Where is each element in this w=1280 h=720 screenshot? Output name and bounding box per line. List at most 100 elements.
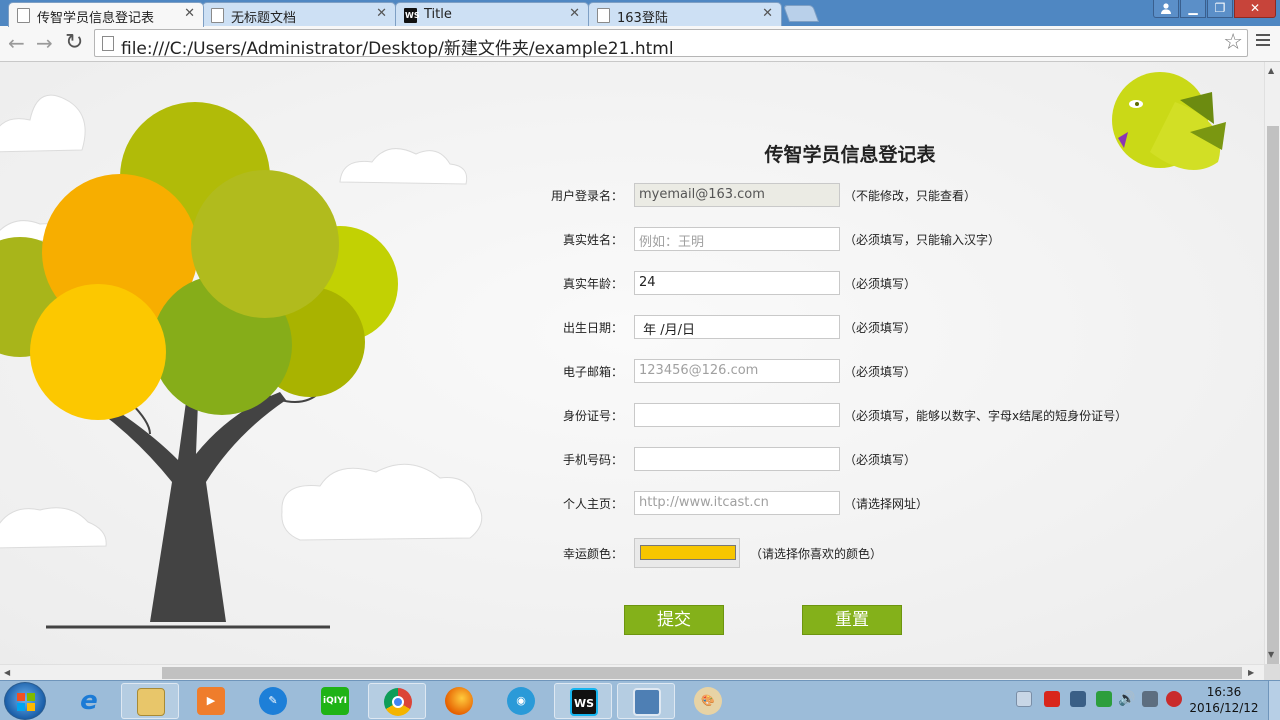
page-icon bbox=[597, 8, 610, 23]
show-desktop-button[interactable] bbox=[1268, 681, 1280, 720]
media-player-icon: ▶ bbox=[197, 687, 225, 715]
chrome-icon bbox=[384, 688, 412, 716]
phone-field[interactable] bbox=[634, 447, 840, 471]
realname-field[interactable]: 例如：王明 bbox=[634, 227, 840, 251]
close-icon[interactable]: ✕ bbox=[184, 6, 195, 21]
taskbar-paint[interactable]: 🎨 bbox=[679, 683, 737, 719]
email-field[interactable]: 123456@126.com bbox=[634, 359, 840, 383]
windows-logo-icon bbox=[17, 693, 35, 711]
back-icon[interactable]: ← bbox=[8, 32, 25, 54]
page-icon bbox=[211, 8, 224, 23]
taskbar-screenshot[interactable] bbox=[617, 683, 675, 719]
tab-label: 传智学员信息登记表 bbox=[37, 11, 155, 26]
birthdate-field[interactable]: 年 /月/日 bbox=[634, 315, 840, 339]
homepage-field[interactable]: http://www.itcast.cn bbox=[634, 491, 840, 515]
idcard-label: 身份证号： bbox=[562, 409, 623, 423]
age-field[interactable]: 24 bbox=[634, 271, 840, 295]
color-note: （请选择你喜欢的颜色） bbox=[750, 547, 883, 561]
browser-toolbar: ← → ↻ file:///C:/Users/Administrator/Des… bbox=[0, 26, 1280, 62]
security-app-icon[interactable] bbox=[1044, 691, 1060, 707]
realname-note: （必须填写，只能输入汉字） bbox=[844, 233, 1001, 247]
url-text: file:///C:/Users/Administrator/Desktop/新… bbox=[121, 39, 674, 59]
page-icon bbox=[102, 36, 114, 51]
email-label: 电子邮箱： bbox=[562, 365, 623, 379]
restore-button[interactable]: ❐ bbox=[1207, 0, 1233, 18]
birthdate-note: （必须填写） bbox=[844, 321, 917, 335]
taskbar-webstorm[interactable]: WS bbox=[554, 683, 612, 719]
tab-label: 无标题文档 bbox=[231, 11, 297, 26]
notification-icon[interactable] bbox=[1166, 691, 1182, 707]
field-row-realname: 真实姓名： 例如：王明 （必须填写，只能输入汉字） bbox=[520, 227, 1260, 251]
scroll-right-icon[interactable]: ▶ bbox=[1248, 668, 1254, 677]
horizontal-scroll-thumb[interactable] bbox=[162, 667, 1242, 679]
submit-button[interactable]: 提交 bbox=[624, 605, 724, 635]
user-icon[interactable] bbox=[1153, 0, 1179, 18]
field-row-age: 真实年龄： 24 （必须填写） bbox=[520, 271, 1260, 295]
realname-label: 真实姓名： bbox=[562, 233, 623, 247]
tab-label: Title bbox=[424, 7, 452, 22]
homepage-label: 个人主页： bbox=[562, 497, 623, 511]
phone-label: 手机号码： bbox=[562, 453, 623, 467]
system-clock[interactable]: 16:36 2016/12/12 bbox=[1184, 684, 1264, 716]
browser-tab-strip: 传智学员信息登记表 ✕ 无标题文档 ✕ WS Title ✕ 163登陆 ✕ ▁… bbox=[0, 0, 1280, 27]
field-row-username: 用户登录名： myemail@163.com （不能修改，只能查看） bbox=[520, 183, 1260, 207]
menu-icon[interactable] bbox=[1256, 34, 1270, 48]
idcard-field[interactable] bbox=[634, 403, 840, 427]
taskbar-ie[interactable]: e bbox=[60, 683, 118, 719]
field-row-color: 幸运颜色： （请选择你喜欢的颜色） bbox=[520, 538, 1260, 568]
scroll-left-icon[interactable]: ◀ bbox=[4, 668, 10, 677]
field-row-homepage: 个人主页： http://www.itcast.cn （请选择网址） bbox=[520, 491, 1260, 515]
taskbar-iqiyi[interactable]: iQIYI bbox=[306, 683, 364, 719]
tab-3[interactable]: WS Title ✕ bbox=[395, 2, 589, 26]
network-icon[interactable] bbox=[1142, 691, 1158, 707]
window-close-button[interactable]: ✕ bbox=[1234, 0, 1276, 18]
birthdate-label: 出生日期： bbox=[562, 321, 623, 335]
page-icon bbox=[17, 8, 30, 23]
color-swatch bbox=[640, 545, 736, 560]
taskbar-qq-player[interactable]: ◉ bbox=[492, 683, 550, 719]
tab-4[interactable]: 163登陆 ✕ bbox=[588, 2, 782, 26]
taskbar-explorer[interactable] bbox=[121, 683, 179, 719]
taskbar-firefox[interactable] bbox=[430, 683, 488, 719]
webstorm-icon: WS bbox=[404, 8, 420, 23]
keyboard-icon[interactable] bbox=[1016, 691, 1032, 707]
close-icon[interactable]: ✕ bbox=[376, 6, 387, 21]
taskbar-app-blue[interactable]: ✎ bbox=[244, 683, 302, 719]
scroll-up-icon[interactable]: ▲ bbox=[1268, 66, 1274, 75]
player-icon: ◉ bbox=[507, 687, 535, 715]
tab-2[interactable]: 无标题文档 ✕ bbox=[202, 2, 396, 26]
color-picker[interactable] bbox=[634, 538, 740, 568]
volume-icon[interactable]: 🔊 bbox=[1118, 691, 1135, 707]
minimize-button[interactable]: ▁ bbox=[1180, 0, 1206, 18]
close-icon[interactable]: ✕ bbox=[569, 6, 580, 21]
horizontal-scrollbar[interactable]: ◀ ▶ bbox=[0, 664, 1264, 680]
field-row-phone: 手机号码： （必须填写） bbox=[520, 447, 1260, 471]
username-field[interactable]: myemail@163.com bbox=[634, 183, 840, 207]
forward-icon[interactable]: → bbox=[36, 32, 53, 54]
taskbar-chrome[interactable] bbox=[368, 683, 426, 719]
reset-button[interactable]: 重置 bbox=[802, 605, 902, 635]
shield-icon[interactable] bbox=[1070, 691, 1086, 707]
antivirus-icon[interactable] bbox=[1096, 691, 1112, 707]
vertical-scrollbar[interactable]: ▲ ▼ bbox=[1264, 62, 1280, 664]
field-row-idcard: 身份证号： （必须填写，能够以数字、字母x结尾的短身份证号） bbox=[520, 403, 1260, 427]
paint-palette-icon: 🎨 bbox=[694, 687, 722, 715]
idcard-note: （必须填写，能够以数字、字母x结尾的短身份证号） bbox=[844, 409, 1128, 423]
form-title: 传智学员信息登记表 bbox=[764, 144, 936, 166]
close-icon[interactable]: ✕ bbox=[762, 6, 773, 21]
scroll-down-icon[interactable]: ▼ bbox=[1268, 650, 1274, 659]
reload-icon[interactable]: ↻ bbox=[65, 32, 83, 54]
start-button[interactable] bbox=[4, 682, 46, 720]
new-tab-button[interactable] bbox=[782, 5, 820, 22]
feather-app-icon: ✎ bbox=[259, 687, 287, 715]
phone-note: （必须填写） bbox=[844, 453, 917, 467]
vertical-scroll-thumb[interactable] bbox=[1267, 126, 1279, 664]
tab-active[interactable]: 传智学员信息登记表 ✕ bbox=[8, 2, 204, 27]
taskbar-media-player[interactable]: ▶ bbox=[182, 683, 240, 719]
image-viewer-icon bbox=[633, 688, 661, 716]
username-note: （不能修改，只能查看） bbox=[844, 189, 977, 203]
color-label: 幸运颜色： bbox=[562, 547, 623, 561]
address-bar[interactable]: file:///C:/Users/Administrator/Desktop/新… bbox=[94, 29, 1248, 59]
bookmark-star-icon[interactable]: ☆ bbox=[1223, 30, 1243, 55]
webstorm-icon: WS bbox=[570, 688, 598, 716]
